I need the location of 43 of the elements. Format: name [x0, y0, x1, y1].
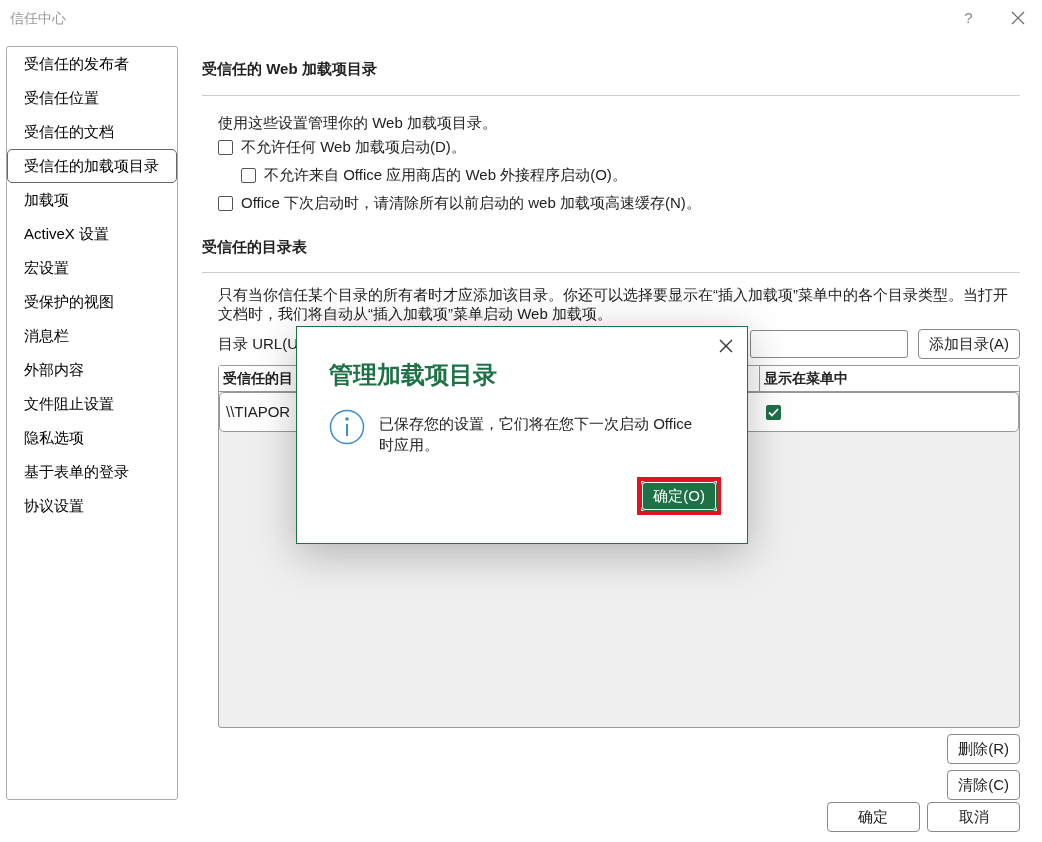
- remove-button[interactable]: 删除(R): [947, 734, 1020, 764]
- sidebar-item[interactable]: 外部内容: [7, 353, 177, 387]
- column-header: 受信任的目: [223, 370, 293, 386]
- sidebar-item[interactable]: 受信任的发布者: [7, 47, 177, 81]
- sidebar-item[interactable]: ActiveX 设置: [7, 217, 177, 251]
- sidebar-item[interactable]: 协议设置: [7, 489, 177, 523]
- section-title: 受信任的 Web 加载项目录: [202, 46, 1020, 96]
- close-icon[interactable]: [719, 339, 733, 353]
- sidebar-item[interactable]: 文件阻止设置: [7, 387, 177, 421]
- description-text: 使用这些设置管理你的 Web 加载项目录。: [218, 112, 498, 133]
- sidebar-item[interactable]: 受信任位置: [7, 81, 177, 115]
- sidebar-item[interactable]: 消息栏: [7, 319, 177, 353]
- sidebar-item[interactable]: 受保护的视图: [7, 285, 177, 319]
- column-header: 显示在菜单中: [764, 370, 848, 386]
- close-icon[interactable]: [1010, 11, 1025, 25]
- sidebar-item[interactable]: 基于表单的登录: [7, 455, 177, 489]
- table-cell: \\TIAPOR: [226, 402, 291, 420]
- sidebar-item[interactable]: 加载项: [7, 183, 177, 217]
- dialog-title: 管理加载项目录: [329, 360, 498, 390]
- url-input-field[interactable]: [750, 330, 908, 358]
- checkbox[interactable]: [218, 140, 233, 155]
- option-label[interactable]: 不允许来自 Office 应用商店的 Web 外接程序启动(O)。: [264, 164, 627, 187]
- checkbox[interactable]: [218, 196, 233, 211]
- sidebar-item[interactable]: 受信任的文档: [7, 115, 177, 149]
- description-text: 文档时，我们将自动从“插入加载项”菜单启动 Web 加载项。: [218, 304, 613, 323]
- sidebar-item[interactable]: 隐私选项: [7, 421, 177, 455]
- ok-button[interactable]: 确定: [826, 802, 920, 832]
- help-button[interactable]: ?: [964, 6, 973, 30]
- clear-button[interactable]: 清除(C): [947, 770, 1020, 800]
- option-label[interactable]: 不允许任何 Web 加载项启动(D)。: [241, 136, 466, 159]
- sidebar-item[interactable]: 宏设置: [7, 251, 177, 285]
- checkbox[interactable]: [241, 168, 256, 183]
- cancel-button[interactable]: 取消: [927, 802, 1020, 832]
- checkbox[interactable]: [766, 404, 781, 420]
- sidebar-item[interactable]: 受信任的加载项目录: [7, 149, 177, 183]
- description-text: 只有当你信任某个目录的所有者时才应添加该目录。你还可以选择要显示在“插入加载项”菜单中的各个目录类型。当打开: [218, 285, 1009, 304]
- info-icon: [329, 409, 365, 445]
- option-label[interactable]: Office 下次启动时，请清除所有以前启动的 web 加载项高速缓存(N)。: [241, 192, 701, 215]
- dialog-message: 已保存您的设置，它们将在您下一次启动 Office 时应用。: [379, 414, 694, 455]
- window-title: 信任中心: [10, 8, 66, 28]
- confirm-button[interactable]: 确定(O): [642, 482, 716, 510]
- section-title: 受信任的目录表: [202, 223, 1020, 273]
- add-catalog-button[interactable]: 添加目录(A): [918, 329, 1020, 359]
